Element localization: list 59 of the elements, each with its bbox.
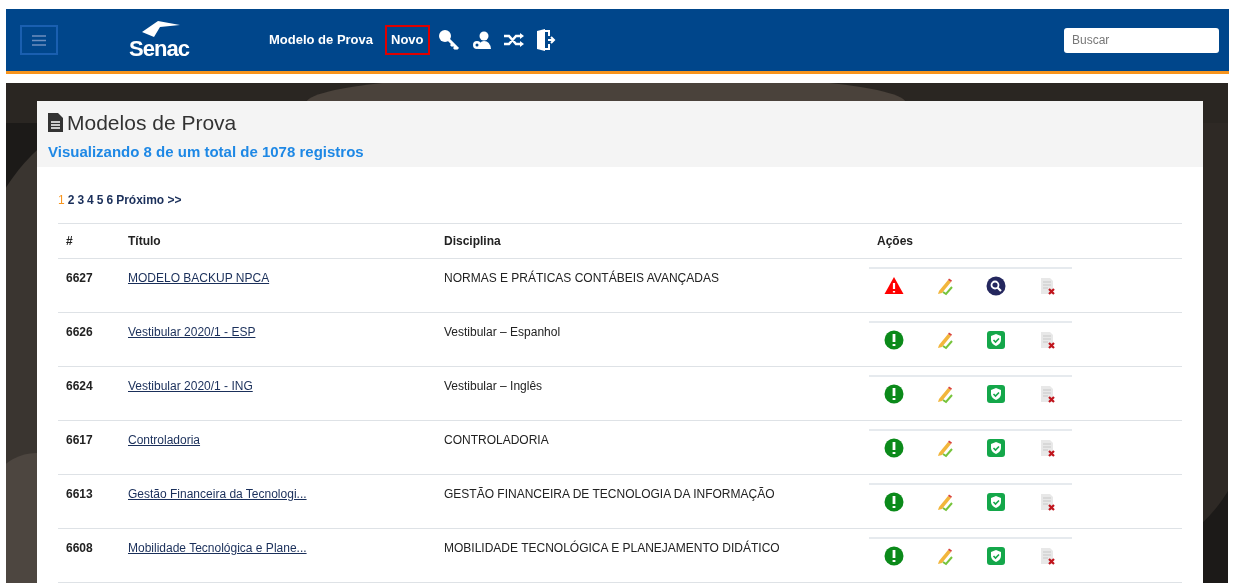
next-page-link[interactable]: Próximo >> [116,191,182,209]
warning-icon[interactable] [884,276,905,296]
page-link[interactable]: 4 [87,191,94,209]
logout-icon[interactable] [535,29,556,51]
panel-title: Modelos de Prova [67,110,237,136]
nav-link[interactable]: Modelo de Prova [265,25,378,55]
table-cell: CONTROLADORIA [444,433,549,447]
table-cell: 6624 [66,379,93,393]
exclamation-icon[interactable] [884,330,905,350]
search-field[interactable]: Buscar [1064,27,1219,53]
exclamation-icon[interactable] [884,546,905,566]
pencil-check-icon[interactable] [935,546,956,566]
column-header: Título [128,234,161,248]
title-link[interactable]: Mobilidade Tecnológica e Plane... [128,541,307,555]
table-cell: NORMAS E PRÁTICAS CONTÁBEIS AVANÇADAS [444,271,719,285]
menu-icon [32,34,46,46]
nav-link[interactable]: Novo [385,25,430,55]
table-cell: 6627 [66,271,93,285]
pencil-check-icon[interactable] [935,384,956,404]
pencil-check-icon[interactable] [935,330,956,350]
title-link[interactable]: Controladoria [128,433,201,447]
user-settings-icon[interactable] [471,30,492,50]
shield-check-icon[interactable] [985,546,1006,566]
column-header: Disciplina [444,234,501,248]
shuffle-icon[interactable] [503,33,524,47]
title-link[interactable]: MODELO BACKUP NPCA [128,271,270,285]
document-icon [48,113,63,133]
table-cell: GESTÃO FINANCEIRA DE TECNOLOGIA DA INFORMAÇÃO [444,487,775,501]
page-link[interactable]: 6 [106,191,114,209]
table-cell: Vestibular – Espanhol [444,325,561,339]
title-link[interactable]: Gestão Financeira da Tecnologi... [128,487,307,501]
pencil-check-icon[interactable] [935,438,956,458]
table-cell: 6617 [66,433,93,447]
page-link[interactable]: 2 [67,191,75,209]
table-cell: 6608 [66,541,93,555]
table-cell: 6626 [66,325,93,339]
title-link[interactable]: Vestibular 2020/1 - ING [128,379,253,393]
shield-check-icon[interactable] [985,330,1006,350]
shield-check-icon[interactable] [985,438,1006,458]
table-cell: 6613 [66,487,93,501]
exclamation-icon[interactable] [884,384,905,404]
column-header: Ações [877,234,914,248]
logo: Senac [129,38,189,60]
title-link[interactable]: Vestibular 2020/1 - ESP [128,325,256,339]
shield-check-icon[interactable] [985,384,1006,404]
menu-button[interactable] [20,25,58,55]
exclamation-icon[interactable] [884,492,905,512]
table-cell: MOBILIDADE TECNOLÓGICA E PLANEJAMENTO DIDÁTICO [444,541,780,555]
page-link[interactable]: 5 [96,191,104,209]
column-header: # [66,234,73,248]
key-icon[interactable] [437,29,460,51]
table-cell: Vestibular – Inglês [444,379,543,393]
shield-check-icon[interactable] [985,492,1006,512]
search-icon[interactable] [985,276,1006,296]
record-count: Visualizando 8 de um total de 1078 registros [48,141,365,162]
pencil-check-icon[interactable] [935,276,956,296]
page-link[interactable]: 3 [77,191,85,209]
pencil-check-icon[interactable] [935,492,956,512]
exclamation-icon[interactable] [884,438,905,458]
